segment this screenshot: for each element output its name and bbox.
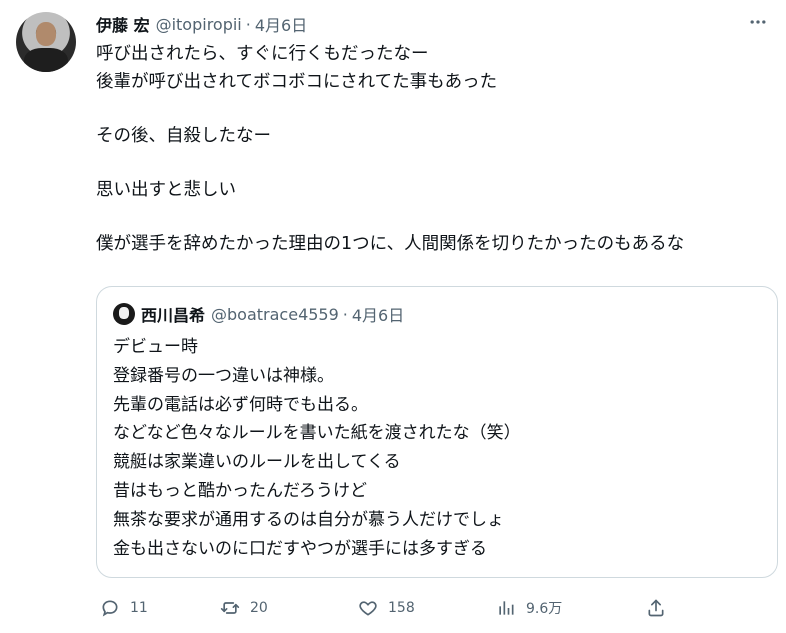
- more-horizontal-icon: [750, 20, 766, 24]
- quoted-tweet-header: 西川昌希 @boatrace4559 · 4月6日: [141, 303, 405, 326]
- tweet-date[interactable]: 4月6日: [255, 12, 307, 36]
- like-button[interactable]: 158: [358, 594, 415, 622]
- author-name[interactable]: 伊藤 宏: [96, 12, 150, 36]
- header-separator: ·: [245, 14, 251, 34]
- retweet-icon: [220, 602, 240, 614]
- avatar-face: [36, 22, 56, 46]
- quoted-line: 登録番号の一つ違いは神様。: [113, 365, 334, 386]
- quoted-author-handle: @boatrace4559: [211, 304, 339, 324]
- quoted-header-separator: ·: [342, 304, 348, 324]
- quoted-line: 昔はもっと酷かったんだろうけど: [113, 480, 367, 501]
- tweet-line: 思い出すと悲しい: [96, 180, 236, 200]
- heart-icon: [359, 601, 377, 616]
- quoted-line: などなど色々なルールを書いた紙を渡されたな（笑）: [113, 423, 521, 444]
- views-button[interactable]: 9.6万: [496, 594, 562, 622]
- quoted-line: 競艇は家業違いのルールを出してくる: [113, 452, 401, 473]
- share-icon: [648, 599, 664, 617]
- tweet-author-avatar[interactable]: [16, 12, 76, 72]
- share-button[interactable]: [646, 594, 676, 622]
- reply-button[interactable]: 11: [100, 594, 148, 622]
- quoted-author-avatar: [113, 303, 135, 325]
- tweet-action-bar: 11 20 158 9.6万: [96, 594, 778, 622]
- reply-count: 11: [130, 600, 148, 616]
- retweet-button[interactable]: 20: [220, 594, 268, 622]
- quoted-tweet-date: 4月6日: [351, 306, 405, 325]
- tweet-header: 伊藤 宏 @itopiropii · 4月6日: [96, 12, 307, 36]
- quoted-tweet-card[interactable]: 西川昌希 @boatrace4559 · 4月6日 デビュー時 登録番号の一つ違…: [96, 286, 778, 578]
- tweet-line: 僕が選手を辞めたかった理由の1つに、人間関係を切りたかったのもあるな: [96, 234, 685, 254]
- reply-icon: [102, 600, 118, 617]
- quoted-tweet-text: デビュー時 登録番号の一つ違いは神様。 先輩の電話は必ず何時でも出る。 などなど…: [113, 333, 521, 563]
- quoted-line: デビュー時: [113, 337, 198, 357]
- tweet-line: その後、自殺したなー: [96, 126, 271, 146]
- views-count: 9.6万: [526, 601, 563, 617]
- tweet-line: 後輩が呼び出されてボコボコにされてた事もあった: [96, 72, 498, 92]
- tweet-text: 呼び出されたら、すぐに行くもだったなー 後輩が呼び出されてボコボコにされてた事も…: [96, 40, 776, 258]
- quoted-line: 金も出さないのに口だすやつが選手には多すぎる: [113, 538, 487, 559]
- quoted-author-name: 西川昌希: [141, 306, 206, 325]
- author-handle[interactable]: @itopiropii: [156, 15, 242, 34]
- more-options-button[interactable]: [746, 10, 770, 34]
- quoted-line: 先輩の電話は必ず何時でも出る。: [113, 394, 368, 415]
- like-count: 158: [388, 600, 415, 616]
- tweet-line: 呼び出されたら、すぐに行くもだったなー: [96, 44, 429, 64]
- avatar-body: [24, 48, 68, 72]
- retweet-count: 20: [250, 600, 268, 616]
- quoted-line: 無茶な要求が通用するのは自分が慕う人だけでしょ: [113, 509, 504, 530]
- views-chart-icon: [499, 601, 514, 615]
